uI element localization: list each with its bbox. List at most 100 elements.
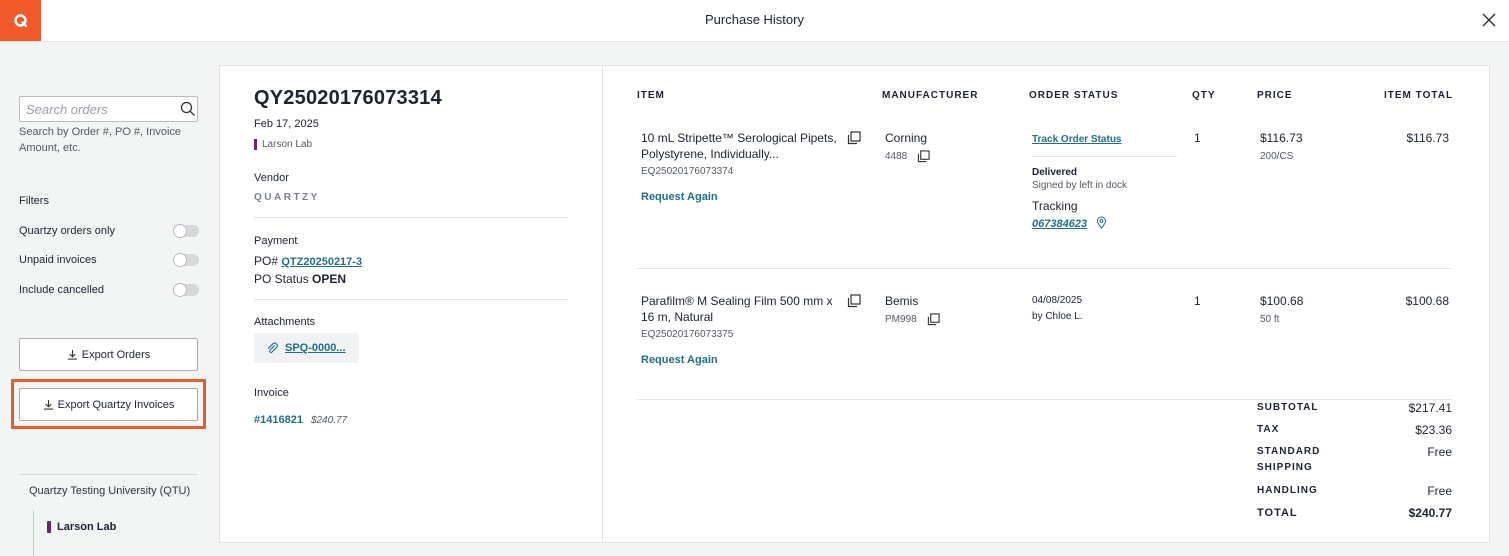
manufacturer-name: Bemis: [885, 294, 919, 308]
subtotal-value: $217.41: [1408, 401, 1452, 415]
divider: [254, 299, 568, 300]
status-divider: [1032, 156, 1177, 157]
page-title: Purchase History: [705, 12, 804, 27]
manufacturer-part-number: PM998: [885, 314, 917, 325]
order-status: Delivered: [1032, 167, 1078, 178]
invoice-number-link[interactable]: #1416821: [254, 414, 303, 426]
manufacturer-part-number: 4488: [885, 151, 908, 162]
payment-label: Payment: [254, 235, 298, 247]
filter-include-cancelled: Include cancelled: [19, 282, 199, 298]
row-divider: [637, 268, 1452, 269]
column-header-order-status: ORDER STATUS: [1029, 90, 1119, 101]
invoice-amount: $240.77: [310, 415, 348, 426]
search-hint: Search by Order #, PO #, Invoice Amount,…: [19, 126, 182, 154]
handling-label: HANDLING: [1257, 485, 1318, 496]
column-header-item-total: ITEM TOTAL: [1384, 90, 1454, 101]
tracking-label: Tracking: [1032, 199, 1078, 213]
filter-label: Unpaid invoices: [19, 254, 97, 266]
close-button[interactable]: [1478, 9, 1500, 31]
po-prefix: PO#: [254, 254, 279, 268]
tax-value: $23.36: [1415, 423, 1452, 437]
download-icon: [67, 349, 77, 360]
po-number-link[interactable]: QTZ20250217-3: [281, 256, 362, 268]
copy-icon[interactable]: [917, 150, 930, 163]
shipping-value: Free: [1427, 445, 1452, 459]
attachment-name: SPQ-0000...: [285, 342, 346, 354]
unpaid-invoices-toggle[interactable]: [173, 253, 199, 267]
tax-label: TAX: [1257, 424, 1280, 435]
item-name-line: Polystyrene, Individually...: [641, 147, 779, 161]
item-price: $116.73: [1260, 131, 1303, 145]
po-status-line: PO Status OPEN: [254, 272, 346, 286]
export-orders-button[interactable]: Export Orders: [19, 338, 198, 371]
filter-label: Quartzy orders only: [19, 225, 115, 237]
search-box: [19, 96, 198, 122]
org-name[interactable]: Quartzy Testing University (QTU): [29, 485, 190, 497]
export-quartzy-invoices-button[interactable]: Export Quartzy Invoices: [19, 388, 198, 421]
item-name[interactable]: 10 mL Stripette™ Serological Pipets, Pol…: [641, 130, 841, 162]
shipping-label-line: SHIPPING: [1257, 462, 1313, 473]
total-value: $240.77: [1408, 506, 1452, 520]
item-price: $100.68: [1260, 294, 1304, 308]
item-name[interactable]: Parafilm® M Sealing Film 500 mm x 16 m, …: [641, 293, 841, 325]
handling-value: Free: [1427, 484, 1452, 498]
order-status-detail: Signed by left in dock: [1032, 180, 1128, 191]
invoice-line: #1416821 $240.77: [254, 414, 347, 426]
divider: [254, 217, 568, 218]
tracking-number-link[interactable]: 067384623: [1032, 218, 1087, 230]
po-number-line: PO# QTZ20250217-3: [254, 254, 362, 268]
lab-tag-label: Larson Lab: [262, 139, 313, 150]
item-unit: 200/CS: [1260, 151, 1294, 162]
sidebar-item-larson-lab[interactable]: Larson Lab: [57, 521, 116, 533]
quartzy-orders-toggle[interactable]: [173, 224, 199, 238]
item-sku: EQ25020176073374: [641, 166, 734, 177]
copy-icon[interactable]: [847, 131, 861, 145]
search-input[interactable]: [26, 100, 176, 118]
tree-line: [33, 510, 34, 556]
po-status-prefix: PO Status: [254, 272, 309, 286]
po-status-value: OPEN: [312, 272, 347, 286]
track-order-status-link[interactable]: Track Order Status: [1032, 134, 1121, 145]
shipping-label: STANDARD SHIPPING: [1257, 444, 1320, 476]
request-again-button[interactable]: Request Again: [641, 354, 718, 366]
item-name-line: Parafilm® M Sealing Film 500 mm x: [641, 294, 833, 308]
item-total: $100.68: [1405, 294, 1449, 308]
export-invoices-label: Export Quartzy Invoices: [57, 398, 175, 411]
toggle-knob: [173, 283, 187, 297]
lab-color-marker: [47, 521, 51, 533]
order-date: Feb 17, 2025: [254, 118, 319, 130]
map-pin-icon[interactable]: [1096, 216, 1107, 229]
copy-icon[interactable]: [927, 313, 940, 326]
export-orders-label: Export Orders: [81, 348, 151, 361]
column-divider: [602, 65, 603, 543]
column-header-price: PRICE: [1257, 90, 1293, 101]
download-icon: [43, 399, 53, 410]
include-cancelled-toggle[interactable]: [173, 283, 199, 297]
filter-label: Include cancelled: [19, 284, 105, 296]
attachment-chip[interactable]: SPQ-0000...: [254, 333, 359, 363]
lab-tag: Larson Lab: [254, 139, 312, 150]
search-icon[interactable]: [180, 101, 196, 117]
copy-icon[interactable]: [847, 294, 861, 308]
total-label: TOTAL: [1257, 507, 1298, 519]
order-status-date: 04/08/2025: [1032, 295, 1083, 306]
vendor-label: Vendor: [254, 172, 289, 184]
invoice-label: Invoice: [254, 387, 289, 399]
lab-color-marker: [254, 139, 257, 150]
toggle-knob: [173, 253, 187, 267]
column-header-item: ITEM: [637, 90, 665, 101]
subtotal-label: SUBTOTAL: [1257, 402, 1319, 413]
item-unit: 50 ft: [1260, 314, 1280, 325]
item-qty: 1: [1194, 294, 1201, 308]
request-again-button[interactable]: Request Again: [641, 191, 718, 203]
paperclip-icon: [267, 342, 278, 353]
column-header-qty: QTY: [1192, 90, 1216, 101]
sidebar-divider: [19, 474, 198, 475]
item-sku: EQ25020176073375: [641, 329, 734, 340]
toggle-knob: [173, 224, 187, 238]
attachments-label: Attachments: [254, 316, 316, 328]
item-qty: 1: [1194, 131, 1201, 145]
order-id: QY25020176073314: [254, 87, 442, 109]
manufacturer-name: Corning: [885, 131, 928, 145]
close-icon: [1482, 13, 1496, 27]
